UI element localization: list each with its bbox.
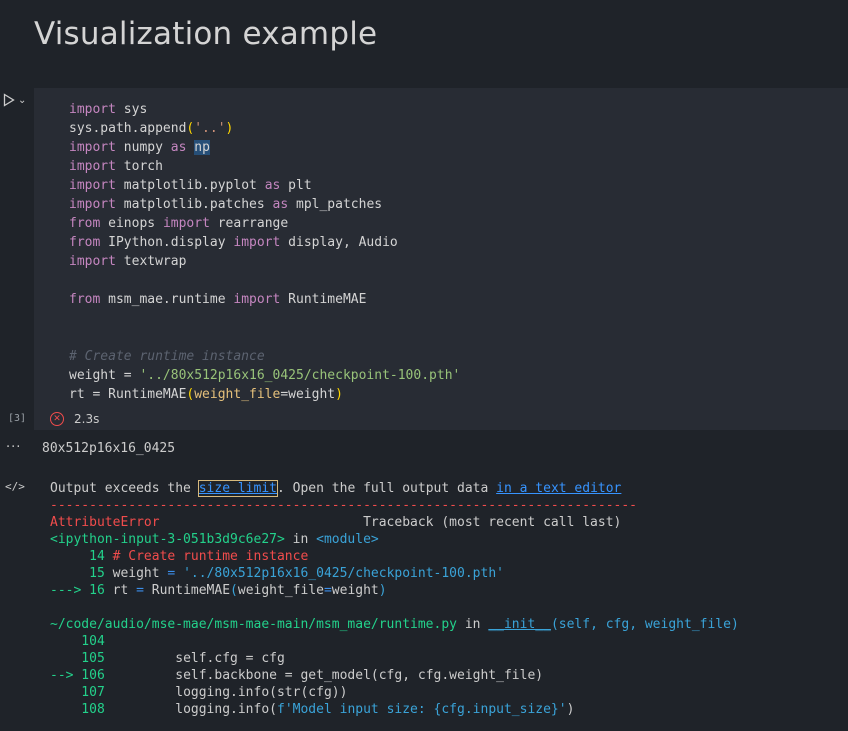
execution-count: [3] [8,413,27,424]
code-line: from msm_mae.runtime import RuntimeMAE [69,292,367,307]
code-line: from IPython.display import display, Aud… [69,235,398,250]
code-line: rt = RuntimeMAE(weight_file=weight) [69,387,343,402]
size-limit-link[interactable]: size limit [197,480,279,497]
code-line: sys.path.append('..') [69,121,234,136]
execution-time: 2.3s [74,412,100,426]
code-line: import textwrap [69,254,187,269]
selected-text: np [194,140,210,155]
code-editor[interactable]: import sys sys.path.append('..') import … [69,100,460,404]
code-line: weight = '../80x512p16x16_0425/checkpoin… [69,368,461,383]
markdown-heading: Visualization example [34,16,378,52]
code-line: import sys [69,102,148,117]
more-horizontal-icon[interactable]: ··· [6,440,21,455]
play-icon[interactable] [3,93,15,107]
error-name: AttributeError [50,515,160,530]
code-line: import numpy as np [69,140,210,155]
code-line: import matplotlib.pyplot as plt [69,178,312,193]
cell-status: ✕ 2.3s [50,411,99,427]
code-line: import torch [69,159,163,174]
stdout-output: 80x512p16x16_0425 [42,441,176,456]
error-circle-icon: ✕ [50,412,64,426]
code-comment: # Create runtime instance [69,349,265,364]
code-line: from einops import rearrange [69,216,289,231]
open-in-text-editor-link[interactable]: in a text editor [496,481,621,496]
error-output: Output exceeds the size limit. Open the … [50,480,739,717]
code-line: import matplotlib.patches as mpl_patches [69,197,383,212]
chevron-down-icon[interactable]: ⌄ [18,95,26,106]
cell-run-controls[interactable]: ⌄ [3,92,31,108]
code-output-icon[interactable]: </> [5,480,25,493]
